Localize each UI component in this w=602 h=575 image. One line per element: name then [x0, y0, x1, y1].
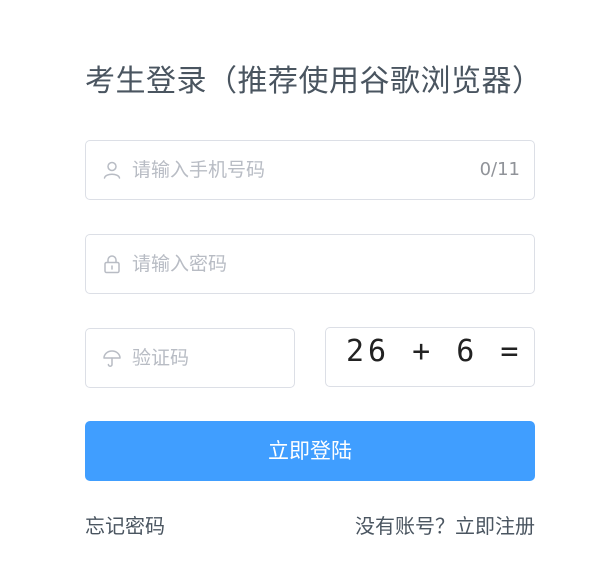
login-button[interactable]: 立即登陆 — [85, 421, 535, 481]
phone-input[interactable] — [132, 141, 462, 199]
password-field[interactable] — [85, 234, 535, 294]
phone-field[interactable]: 0/11 — [85, 140, 535, 200]
user-icon — [103, 161, 121, 179]
page-title: 考生登录（推荐使用谷歌浏览器） — [85, 64, 543, 99]
captcha-image[interactable]: 26 + 6 = — [325, 327, 535, 387]
captcha-field[interactable] — [85, 328, 295, 388]
captcha-input[interactable] — [132, 329, 282, 387]
register-link[interactable]: 没有账号？立即注册 — [355, 510, 535, 542]
forgot-password-link[interactable]: 忘记密码 — [85, 510, 165, 542]
lock-icon — [104, 255, 120, 274]
password-input[interactable] — [132, 235, 512, 293]
login-page: 考生登录（推荐使用谷歌浏览器） 0/11 26 + 6 = 立即登陆 忘记密码 … — [0, 0, 602, 575]
umbrella-icon — [103, 350, 121, 368]
phone-char-counter: 0/11 — [479, 159, 520, 180]
captcha-expression: 26 + 6 = — [346, 334, 523, 369]
